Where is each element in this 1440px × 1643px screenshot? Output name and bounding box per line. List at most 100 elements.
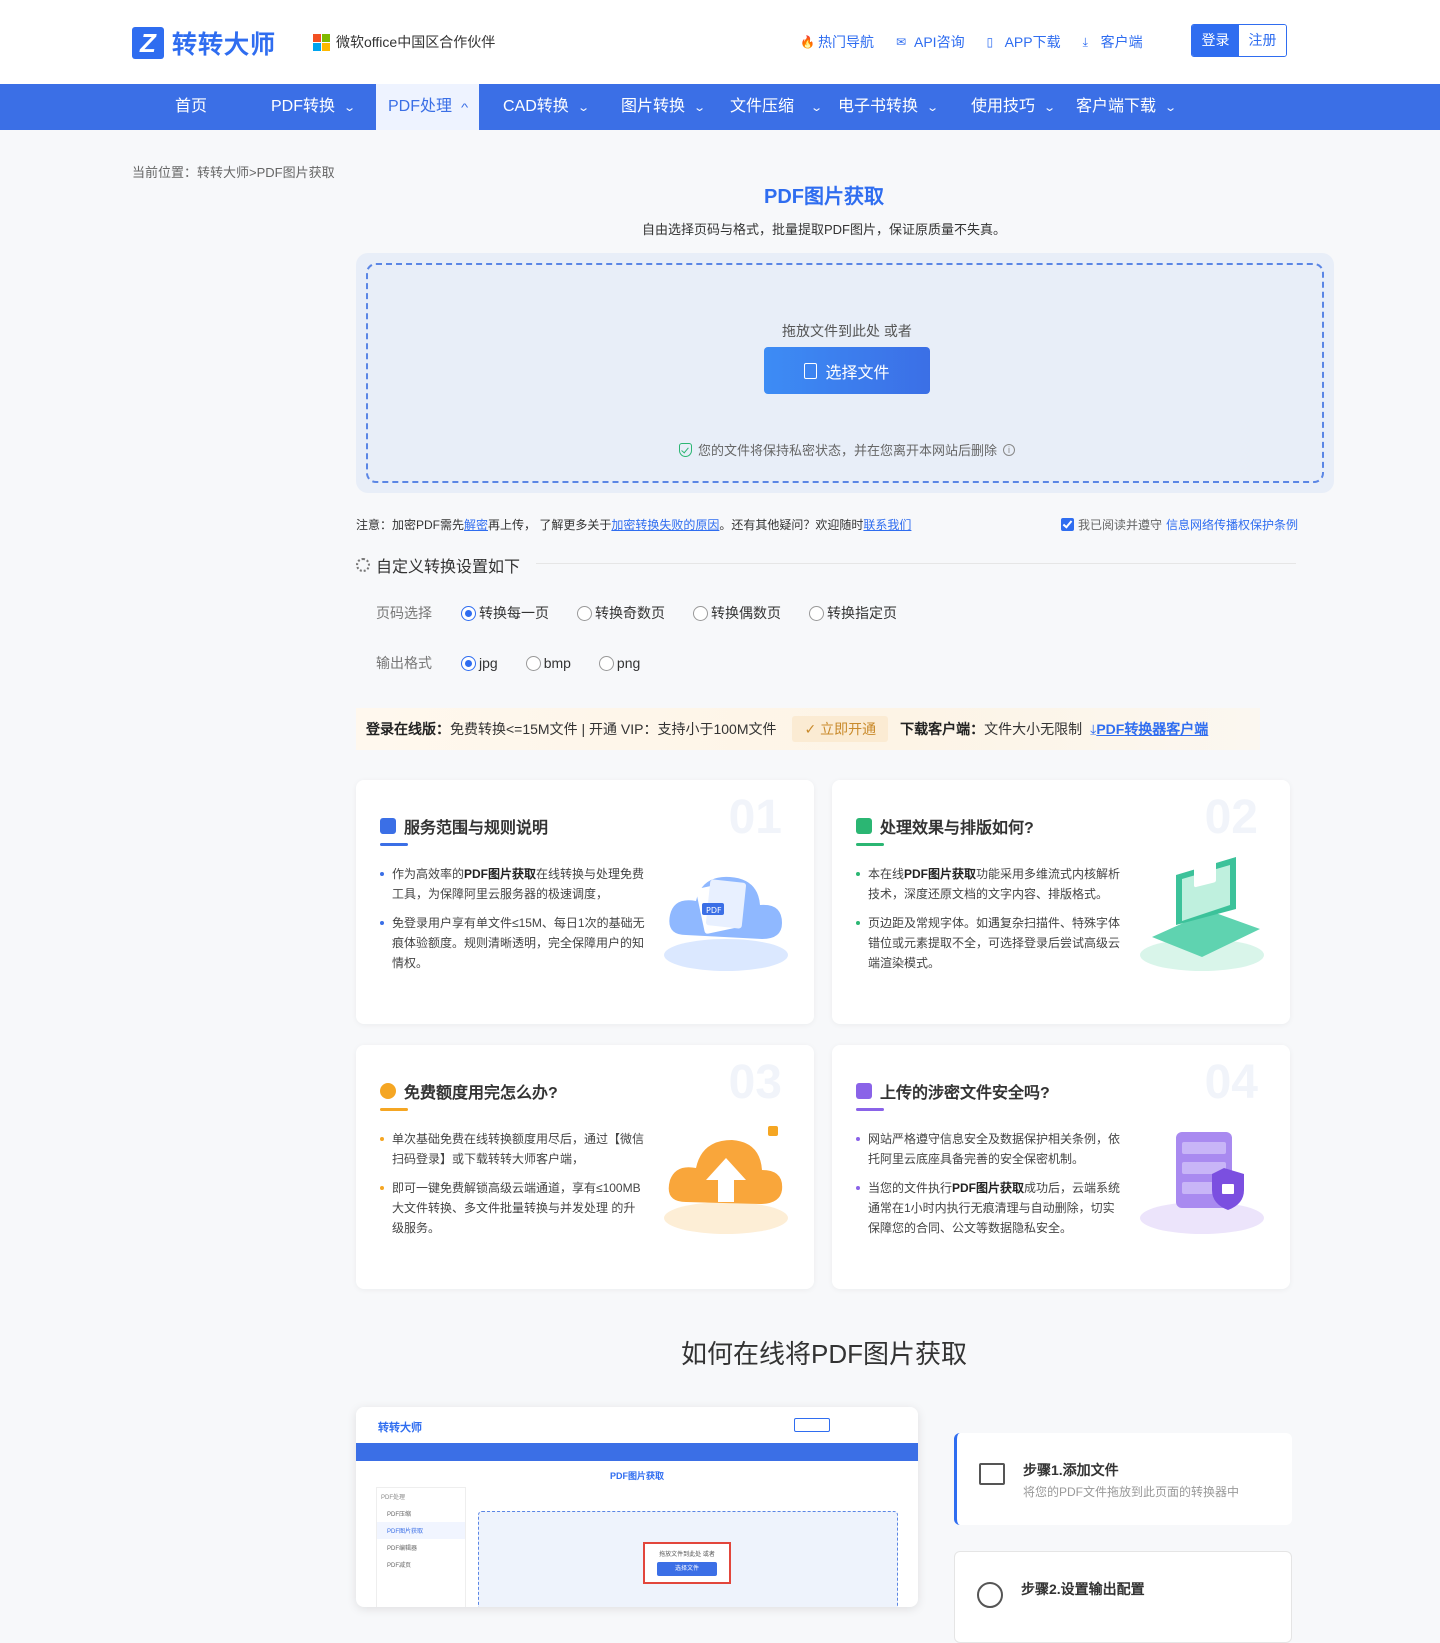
radio-button[interactable]: [577, 605, 592, 621]
terms-link[interactable]: 信息网络传播权保护条例: [1166, 516, 1298, 533]
page-option-all[interactable]: 转换每一页: [461, 603, 549, 623]
privacy-note: 您的文件将保持私密状态，并在您离开本网站后删除 i: [368, 440, 1326, 459]
folder-icon: [979, 1463, 1005, 1485]
select-file-button[interactable]: 选择文件: [764, 347, 930, 394]
chevron-down-icon: ⌄: [343, 102, 357, 114]
mini-sidebar: PDF处理 PDF压缩 PDF图片获取 PDF编辑器 PDF减页: [376, 1487, 466, 1607]
tutorial-screenshot: 转转大师 PDF图片获取 PDF处理 PDF压缩 PDF图片获取 PDF编辑器 …: [356, 1407, 918, 1607]
nav-client-download[interactable]: 客户端下载 ⌄: [1076, 84, 1178, 130]
file-icon: [804, 362, 818, 379]
info-card-security: 04 上传的涉密文件安全吗? 网站严格遵守信息安全及数据保护相关条例，依托阿里云…: [832, 1045, 1290, 1289]
top-link-client[interactable]: ⤓ 客户端: [1083, 32, 1143, 52]
page-selection-label: 页码选择: [376, 605, 432, 621]
chevron-up-icon: ^: [460, 102, 469, 114]
card-number: 04: [1204, 1056, 1258, 1109]
chevron-down-icon: ⌄: [810, 102, 824, 114]
brand-name: 转转大师: [172, 31, 277, 59]
list-item: 页边距及常规字体。如遇复杂扫描件、特殊字体错位或元素提取不全，可选择登录后尝试高…: [856, 913, 1121, 973]
coin-icon: [380, 1083, 396, 1099]
page-option-even[interactable]: 转换偶数页: [693, 603, 781, 623]
top-link-hot-nav[interactable]: 🔥 热门导航: [800, 32, 874, 52]
logo-mark: Z: [132, 27, 164, 59]
main-nav: 首页 PDF转换 ⌄ PDF处理 ^ CAD转换 ⌄ 图片转换 ⌄ 文件压缩 ⌄ 电子书转…: [0, 84, 1440, 130]
nav-ebook[interactable]: 电子书转换 ⌄: [838, 84, 940, 130]
nav-compress[interactable]: 文件压缩 ⌄: [730, 84, 824, 130]
mini-dropzone: 拖放文件到此处 或者 选择文件: [478, 1511, 898, 1607]
chevron-down-icon: ⌄: [926, 102, 940, 114]
chevron-down-icon: ⌄: [1164, 102, 1178, 114]
agree-terms: 我已阅读并遵守 信息网络传播权保护条例: [1061, 516, 1298, 533]
format-option-bmp[interactable]: bmp: [525, 655, 571, 671]
step-desc: 将您的PDF文件拖放到此页面的转换器中: [1023, 1485, 1240, 1499]
settings-title: 自定义转换设置如下: [356, 553, 520, 577]
contact-us-link[interactable]: 联系我们: [863, 518, 911, 532]
radio-button[interactable]: [461, 655, 476, 671]
mini-highlight: 拖放文件到此处 或者 选择文件: [643, 1542, 731, 1584]
page-subtitle: 自由选择页码与格式，批量提取PDF图片，保证原质量不失真。: [641, 222, 1006, 237]
failure-reason-link[interactable]: 加密转换失败的原因: [611, 518, 719, 532]
nav-tips[interactable]: 使用技巧 ⌄: [971, 84, 1057, 130]
list-item: 本在线PDF图片获取功能采用多维流式内核解析技术，深度还原文档的文字内容、排版格…: [856, 864, 1121, 904]
top-link-app[interactable]: ▯ APP下载: [987, 32, 1061, 52]
nav-pdf-process[interactable]: PDF处理 ^: [376, 84, 480, 130]
mini-auth: [794, 1418, 830, 1432]
nav-cad-convert[interactable]: CAD转换 ⌄: [503, 84, 590, 130]
info-icon[interactable]: i: [1003, 443, 1015, 456]
card-number: 01: [728, 791, 782, 844]
agree-checkbox[interactable]: [1061, 518, 1074, 531]
radio-button[interactable]: [461, 605, 476, 621]
output-format-row: 输出格式 jpg bmp png: [376, 653, 668, 673]
grid-icon: [856, 818, 872, 834]
radio-button[interactable]: [809, 605, 824, 621]
mini-title: PDF图片获取: [609, 1471, 664, 1481]
client-download-link[interactable]: PDF转换器客户端: [1096, 719, 1208, 739]
card-list: 单次基础免费在线转换额度用尽后，通过【微信扫码登录】或下载转转大师客户端， 即可…: [380, 1129, 645, 1247]
upload-note: 注意：加密PDF需先解密再上传， 了解更多关于加密转换失败的原因。还有其他疑问？…: [356, 518, 912, 532]
promo-banner: 登录在线版： 免费转换<=15M文件 | 开通 VIP：支持小于100M文件 ✓…: [356, 708, 1260, 750]
download-icon: ⤓: [1082, 35, 1088, 49]
card-list: 网站严格遵守信息安全及数据保护相关条例，依托阿里云底座具备完善的安全保密机制。 …: [856, 1129, 1121, 1247]
top-link-api[interactable]: ✉ API咨询: [896, 32, 965, 52]
radio-button[interactable]: [525, 655, 541, 671]
step-card-2: 步骤2.设置输出配置: [954, 1551, 1292, 1643]
auth-box: 登录 注册: [1191, 24, 1287, 57]
page-option-odd[interactable]: 转换奇数页: [577, 603, 665, 623]
format-option-png[interactable]: png: [598, 655, 640, 671]
card-title: 免费额度用完怎么办?: [404, 1085, 558, 1102]
card-list: 作为高效率的PDF图片获取在线转换与处理免费工具，为保障阿里云服务器的极速调度，…: [380, 864, 645, 982]
nav-image-convert[interactable]: 图片转换 ⌄: [621, 84, 706, 130]
client-text: 文件大小无限制: [984, 721, 1083, 737]
cloud-pdf-illustration: PDF: [664, 876, 788, 971]
nav-pdf-convert[interactable]: PDF转换 ⌄: [271, 84, 357, 130]
vip-open-button[interactable]: ✓ 立即开通: [792, 716, 889, 742]
laptop-illustration: [1140, 854, 1264, 971]
card-underline: [856, 843, 884, 846]
mini-brand: 转转大师: [378, 1422, 422, 1434]
list-item: 单次基础免费在线转换额度用尽后，通过【微信扫码登录】或下载转转大师客户端，: [380, 1129, 645, 1169]
list-item: 免登录用户享有单文件≤15M、每日1次的基础无痕体验额度。规则清晰透明，完全保障…: [380, 913, 645, 973]
format-option-jpg[interactable]: jpg: [461, 655, 498, 671]
lock-icon: [856, 1083, 872, 1099]
card-list: 本在线PDF图片获取功能采用多维流式内核解析技术，深度还原文档的文字内容、排版格…: [856, 864, 1121, 982]
brand-logo[interactable]: Z 转转大师: [132, 25, 276, 61]
step-title: 步骤2.设置输出配置: [1021, 1581, 1145, 1597]
decrypt-link[interactable]: 解密: [464, 518, 488, 532]
list-item: 即可一键免费解锁高级云端通道，享有≤100MB 大文件转换、多文件批量转换与并发…: [380, 1178, 645, 1238]
breadcrumb: 当前位置：转转大师>PDF图片获取: [132, 165, 335, 180]
card-number: 03: [728, 1056, 782, 1109]
card-title: 处理效果与排版如何?: [880, 820, 1034, 837]
card-underline: [856, 1108, 884, 1111]
output-format-label: 输出格式: [376, 655, 432, 671]
svg-text:PDF: PDF: [706, 906, 722, 915]
partner-badge: 微软office中国区合作伙伴: [313, 32, 495, 52]
register-button[interactable]: 注册: [1239, 25, 1286, 56]
login-button[interactable]: 登录: [1192, 25, 1239, 56]
card-underline: [380, 1108, 408, 1111]
radio-button[interactable]: [598, 655, 614, 671]
nav-home[interactable]: 首页: [175, 84, 207, 130]
radio-button[interactable]: [693, 605, 708, 621]
drop-zone[interactable]: 拖放文件到此处 或者 选择文件 您的文件将保持私密状态，并在您离开本网站后删除 …: [366, 263, 1324, 483]
page-option-specific[interactable]: 转换指定页: [809, 603, 897, 623]
chevron-down-icon: ⌄: [1043, 102, 1057, 114]
top-header: Z 转转大师 微软office中国区合作伙伴 🔥 热门导航 ✉ API咨询 ▯ APP…: [0, 0, 1440, 84]
